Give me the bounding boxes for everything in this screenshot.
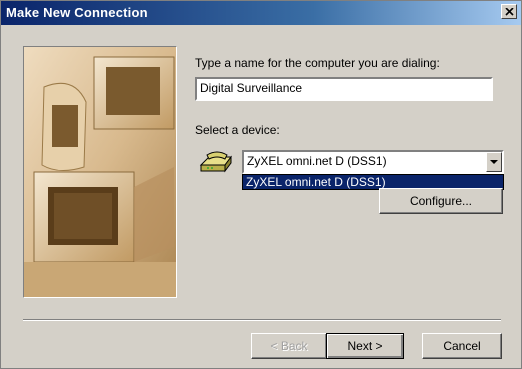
- device-select-value: ZyXEL omni.net D (DSS1): [247, 154, 387, 168]
- close-icon: [505, 8, 514, 16]
- make-new-connection-dialog: Make New Connection Type a name for the …: [0, 0, 522, 369]
- device-option[interactable]: ZyXEL omni.net D (DSS1): [246, 175, 386, 189]
- modem-icon: [199, 151, 232, 173]
- window-title: Make New Connection: [6, 5, 148, 20]
- device-label: Select a device:: [195, 123, 280, 137]
- close-button[interactable]: [501, 4, 517, 19]
- name-label: Type a name for the computer you are dia…: [195, 56, 440, 70]
- configure-button[interactable]: Configure...: [379, 188, 503, 214]
- computer-illustration: [23, 46, 177, 298]
- chevron-down-icon: [490, 160, 498, 164]
- back-button[interactable]: < Back: [251, 333, 327, 359]
- title-bar[interactable]: Make New Connection: [1, 1, 521, 25]
- separator: [23, 319, 501, 321]
- device-dropdown-button[interactable]: [486, 152, 502, 172]
- next-button[interactable]: Next >: [326, 333, 404, 359]
- cancel-button[interactable]: Cancel: [422, 333, 502, 359]
- device-select[interactable]: ZyXEL omni.net D (DSS1): [242, 150, 504, 174]
- computer-name-input[interactable]: Digital Surveillance: [195, 77, 493, 101]
